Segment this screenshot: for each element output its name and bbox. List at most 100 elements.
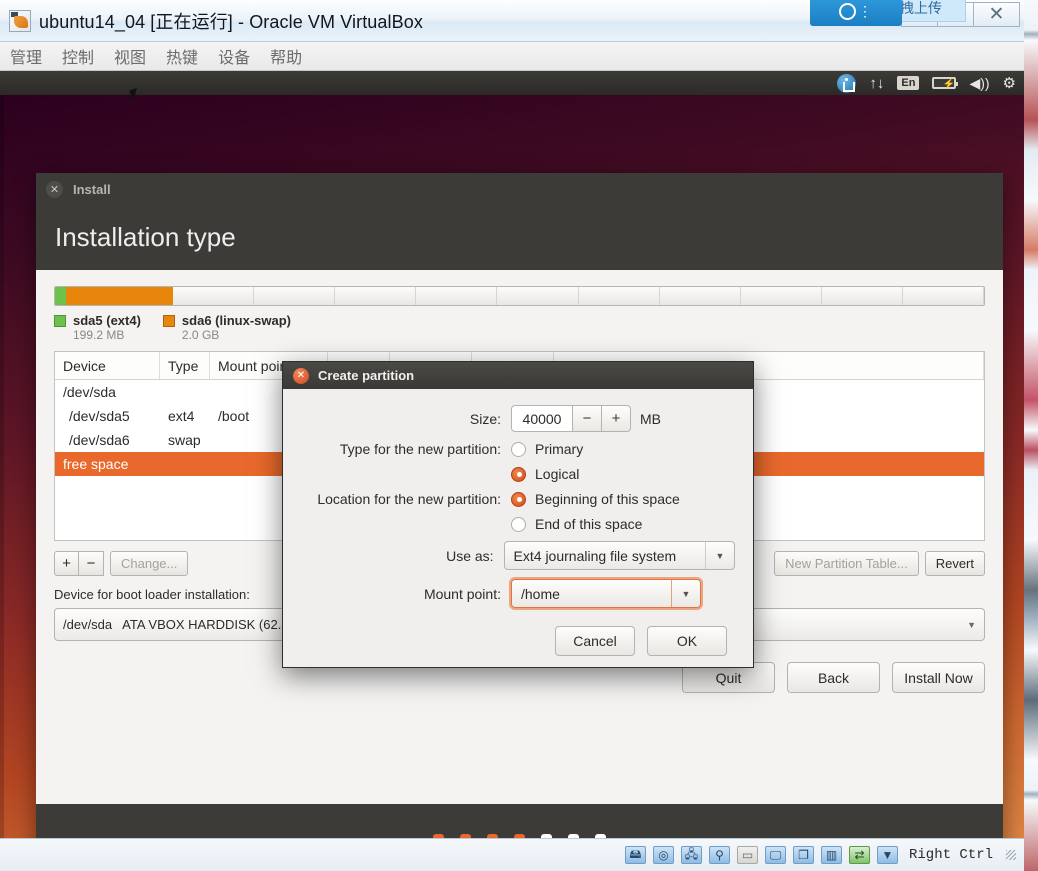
remove-partition-button[interactable]: − [79, 551, 104, 576]
cell-type: swap [168, 432, 201, 448]
cell-device: /dev/sda6 [69, 432, 130, 448]
dialog-ok-button[interactable]: OK [647, 626, 727, 656]
partition-bar-cell [578, 287, 660, 305]
cpu-icon[interactable]: ▥ [820, 846, 842, 864]
radio-logical[interactable] [511, 466, 526, 482]
radio-beginning-label: Beginning of this space [535, 491, 680, 507]
chevron-down-icon: ▼ [671, 580, 700, 607]
upload-menu-icon: ⋮ [858, 2, 873, 19]
location-end-row: End of this space [301, 516, 735, 532]
partition-bar-segment-sda5 [55, 287, 67, 305]
usb-icon[interactable]: ⚲ [708, 846, 730, 864]
size-input[interactable]: 40000 [511, 405, 573, 432]
partition-bar-cell [416, 287, 498, 305]
partition-bar-cell [254, 287, 336, 305]
menu-devices[interactable]: 设备 [218, 44, 250, 68]
network-icon[interactable]: 🖧 [680, 846, 702, 864]
mount-point-select[interactable]: /home ▼ [511, 579, 701, 608]
install-now-button[interactable]: Install Now [892, 662, 985, 693]
close-icon: ✕ [988, 4, 1005, 25]
host-key-label: Right Ctrl [908, 847, 993, 863]
installer-close-icon[interactable]: ✕ [46, 180, 63, 198]
virtualbox-icon [9, 9, 31, 32]
unity-top-panel: ↑↓ En ⚡ ◀)) ⚙ [0, 71, 1024, 95]
menu-hotkeys[interactable]: 热键 [166, 44, 198, 68]
resize-grip[interactable] [1006, 850, 1016, 860]
battery-bolt-icon: ⚡ [942, 79, 955, 90]
radio-primary[interactable] [511, 441, 526, 457]
dialog-cancel-button[interactable]: Cancel [555, 626, 635, 656]
size-stepper[interactable]: 40000 − + [511, 405, 631, 432]
mount-point-value: /home [521, 585, 560, 602]
close-button[interactable]: ✕ [973, 2, 1020, 27]
page-title: Installation type [55, 222, 236, 252]
mount-point-label: Mount point: [423, 585, 501, 602]
partition-legend: sda5 (ext4) 199.2 MB sda6 (linux-swap) 2… [54, 313, 985, 342]
legend-item-sda5: sda5 (ext4) 199.2 MB [54, 313, 141, 342]
display-icon[interactable]: 🖵 [764, 846, 786, 864]
legend-name-sda6: sda6 (linux-swap) [181, 313, 291, 328]
unity-launcher-edge [0, 95, 4, 838]
size-decrement-button[interactable]: − [573, 405, 602, 432]
upload-widget[interactable]: ⋮ [810, 0, 902, 26]
new-partition-table-button[interactable]: New Partition Table... [774, 551, 919, 576]
create-partition-dialog: ✕ Create partition Size: 40000 − + MB Ty… [282, 361, 754, 668]
cell-device: /dev/sda5 [69, 408, 130, 424]
radio-primary-label: Primary [535, 441, 584, 457]
guest-screen: ↑↓ En ⚡ ◀)) ⚙ ✕ Install Installation typ… [0, 71, 1024, 838]
legend-item-sda6: sda6 (linux-swap) 2.0 GB [162, 313, 291, 342]
mount-point-row: Mount point: /home ▼ [301, 579, 735, 608]
dialog-close-icon[interactable]: ✕ [293, 367, 309, 384]
accessibility-icon[interactable] [837, 73, 857, 93]
revert-button[interactable]: Revert [924, 551, 985, 576]
menu-view[interactable]: 视图 [114, 44, 146, 68]
menu-help[interactable]: 帮助 [270, 44, 302, 68]
battery-icon[interactable]: ⚡ [932, 77, 959, 90]
legend-size-sda6: 2.0 GB [181, 328, 220, 342]
legend-swatch-sda5 [54, 314, 66, 327]
radio-end-label: End of this space [535, 516, 643, 532]
cell-device: free space [63, 456, 129, 472]
legend-name-sda5: sda5 (ext4) [73, 313, 141, 328]
menu-manage[interactable]: 管理 [10, 44, 42, 68]
radio-beginning-of-space[interactable] [511, 491, 526, 507]
cd-icon[interactable]: ◎ [652, 846, 674, 864]
type-primary-row: Type for the new partition: Primary [301, 441, 735, 457]
partition-toolbar-right: New Partition Table... Revert [774, 551, 985, 576]
upload-circle-icon [839, 2, 856, 20]
legend-size-sda5: 199.2 MB [73, 328, 125, 342]
installer-header: Installation type [36, 205, 1003, 270]
location-beginning-row: Location for the new partition: Beginnin… [301, 491, 735, 507]
menu-control[interactable]: 控制 [62, 44, 94, 68]
volume-icon[interactable]: ◀)) [969, 75, 989, 92]
keyboard-layout-indicator[interactable]: En [897, 76, 920, 90]
partition-bar-cell [821, 287, 903, 305]
partition-bar-cell [902, 287, 984, 305]
dialog-buttons: Cancel OK [301, 626, 735, 656]
use-as-select[interactable]: Ext4 journaling file system ▼ [503, 541, 735, 570]
gear-icon[interactable]: ⚙ [1003, 74, 1016, 92]
change-partition-button[interactable]: Change... [110, 551, 189, 576]
virtualbox-menubar: 管理 控制 视图 热键 设备 帮助 [0, 42, 1024, 71]
folder-icon[interactable]: ▭ [736, 846, 758, 864]
partition-bar-cell [497, 287, 579, 305]
add-partition-button[interactable]: + [54, 551, 79, 576]
radio-end-of-space[interactable] [511, 516, 526, 532]
hdd-icon[interactable]: 🖴 [624, 846, 646, 864]
capture-icon[interactable]: ▼ [876, 846, 898, 864]
installer-window-title: Install [73, 181, 111, 197]
partition-bar-segment-sda6 [66, 287, 173, 305]
share-icon[interactable]: ⇄ [848, 846, 870, 864]
type-logical-row: Logical [301, 466, 735, 482]
window-icon[interactable]: ❐ [792, 846, 814, 864]
cell-type: ext4 [168, 408, 195, 424]
legend-swatch-sda6 [162, 314, 175, 327]
network-updown-icon[interactable]: ↑↓ [869, 76, 884, 91]
dialog-titlebar: ✕ Create partition [283, 362, 753, 389]
partition-bar-cell [172, 287, 255, 305]
chevron-down-icon: ▼ [705, 542, 734, 569]
size-increment-button[interactable]: + [602, 405, 631, 432]
partition-bar [54, 286, 985, 306]
size-unit-label: MB [640, 410, 661, 427]
back-button[interactable]: Back [787, 662, 880, 693]
